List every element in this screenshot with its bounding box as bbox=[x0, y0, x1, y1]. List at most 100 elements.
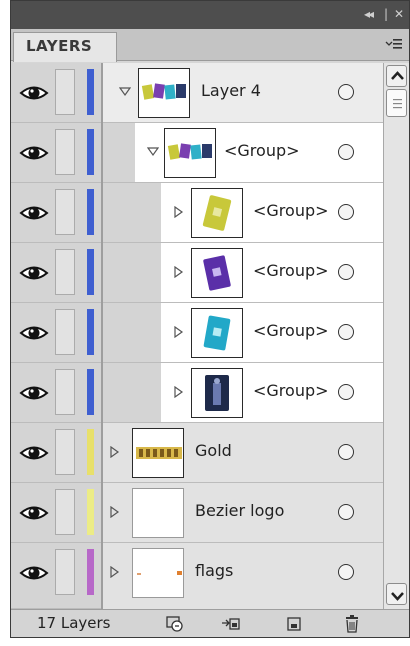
collapse-panel-button[interactable]: ◂◂ bbox=[364, 6, 374, 22]
layer-thumbnail bbox=[138, 68, 190, 118]
layer-color-swatch bbox=[87, 189, 94, 235]
visibility-eye-icon[interactable] bbox=[19, 81, 49, 105]
collapsed-triangle-icon[interactable] bbox=[109, 506, 121, 518]
target-circle-icon[interactable] bbox=[338, 564, 354, 580]
gold-text-icon bbox=[136, 447, 182, 459]
layer-name[interactable]: flags bbox=[195, 561, 233, 580]
cyan-card-icon bbox=[203, 315, 231, 351]
layer-color-swatch bbox=[87, 129, 94, 175]
layer-thumbnail bbox=[132, 488, 184, 538]
collapsed-triangle-icon[interactable] bbox=[173, 326, 185, 338]
layer-thumbnail bbox=[191, 188, 243, 238]
target-circle-icon[interactable] bbox=[338, 84, 354, 100]
target-circle-icon[interactable] bbox=[338, 264, 354, 280]
visibility-eye-icon[interactable] bbox=[19, 441, 49, 465]
lock-toggle[interactable] bbox=[55, 129, 75, 175]
lock-toggle[interactable] bbox=[55, 189, 75, 235]
collapsed-triangle-icon[interactable] bbox=[173, 206, 185, 218]
chevron-down-icon bbox=[391, 592, 404, 601]
visibility-eye-icon[interactable] bbox=[19, 201, 49, 225]
lock-toggle[interactable] bbox=[55, 249, 75, 295]
lock-toggle[interactable] bbox=[55, 489, 75, 535]
cards-icon bbox=[167, 143, 212, 160]
delete-layer-icon[interactable] bbox=[341, 614, 363, 634]
collapsed-triangle-icon[interactable] bbox=[109, 566, 121, 578]
target-circle-icon[interactable] bbox=[338, 384, 354, 400]
scroll-up-button[interactable] bbox=[386, 65, 407, 87]
layer-color-swatch bbox=[87, 309, 94, 355]
grip-icon bbox=[393, 99, 402, 109]
layer-row[interactable]: flags bbox=[11, 543, 383, 609]
layer-color-swatch bbox=[87, 249, 94, 295]
layer-count: 17 Layers bbox=[37, 614, 111, 632]
expand-triangle-icon[interactable] bbox=[119, 86, 131, 98]
lock-toggle[interactable] bbox=[55, 429, 75, 475]
layer-row[interactable]: <Group> bbox=[11, 303, 383, 363]
layers-panel: ◂◂ | ✕ LAYERS Layer 4 <Group> <Group> <G… bbox=[10, 0, 410, 638]
layer-thumbnail bbox=[191, 308, 243, 358]
visibility-eye-icon[interactable] bbox=[19, 261, 49, 285]
collapsed-triangle-icon[interactable] bbox=[173, 386, 185, 398]
layer-row[interactable]: <Group> bbox=[11, 363, 383, 423]
target-circle-icon[interactable] bbox=[338, 504, 354, 520]
panel-menu-icon[interactable] bbox=[385, 36, 403, 52]
panel-tab-row: LAYERS bbox=[11, 29, 409, 62]
scroll-thumb[interactable] bbox=[386, 89, 407, 117]
tab-layers[interactable]: LAYERS bbox=[13, 32, 117, 62]
layer-name[interactable]: <Group> bbox=[253, 381, 329, 400]
layers-list: Layer 4 <Group> <Group> <Group> <Group> … bbox=[11, 63, 383, 609]
layer-row[interactable]: Gold bbox=[11, 423, 383, 483]
visibility-eye-icon[interactable] bbox=[19, 141, 49, 165]
column-divider bbox=[101, 303, 103, 363]
layer-color-swatch bbox=[87, 69, 94, 115]
layer-color-swatch bbox=[87, 489, 94, 535]
layer-name[interactable]: <Group> bbox=[253, 201, 329, 220]
lock-toggle[interactable] bbox=[55, 369, 75, 415]
layer-row[interactable]: Bezier logo bbox=[11, 483, 383, 543]
cards-icon bbox=[141, 83, 186, 100]
column-divider bbox=[101, 363, 103, 423]
layer-thumbnail bbox=[164, 128, 216, 178]
layer-row[interactable]: <Group> bbox=[11, 123, 383, 183]
visibility-eye-icon[interactable] bbox=[19, 561, 49, 585]
layer-name[interactable]: <Group> bbox=[224, 141, 300, 160]
target-circle-icon[interactable] bbox=[338, 204, 354, 220]
dark-card-icon bbox=[205, 375, 229, 411]
column-divider bbox=[101, 183, 103, 243]
layer-thumbnail bbox=[191, 248, 243, 298]
collapsed-triangle-icon[interactable] bbox=[109, 446, 121, 458]
column-divider bbox=[101, 123, 103, 183]
panel-title-bar: ◂◂ | ✕ bbox=[11, 1, 409, 29]
layer-name[interactable]: Layer 4 bbox=[201, 81, 261, 100]
scroll-down-button[interactable] bbox=[386, 583, 407, 605]
layer-name[interactable]: <Group> bbox=[253, 321, 329, 340]
locate-object-icon[interactable] bbox=[164, 614, 186, 634]
layer-row[interactable]: <Group> bbox=[11, 183, 383, 243]
layer-color-swatch bbox=[87, 549, 94, 595]
chevron-up-icon bbox=[391, 71, 404, 80]
layer-name[interactable]: Bezier logo bbox=[195, 501, 284, 520]
expand-triangle-icon[interactable] bbox=[147, 146, 159, 158]
layer-row[interactable]: <Group> bbox=[11, 243, 383, 303]
layer-name[interactable]: Gold bbox=[195, 441, 232, 460]
title-bar-divider: | bbox=[384, 7, 389, 21]
make-clipping-mask-icon[interactable] bbox=[220, 614, 242, 634]
layers-scrollbar[interactable] bbox=[383, 63, 409, 609]
lock-toggle[interactable] bbox=[55, 69, 75, 115]
visibility-eye-icon[interactable] bbox=[19, 321, 49, 345]
new-sublayer-icon[interactable] bbox=[283, 614, 305, 634]
tab-layers-label: LAYERS bbox=[26, 37, 93, 55]
visibility-eye-icon[interactable] bbox=[19, 501, 49, 525]
target-circle-icon[interactable] bbox=[338, 444, 354, 460]
visibility-eye-icon[interactable] bbox=[19, 381, 49, 405]
lock-toggle[interactable] bbox=[55, 549, 75, 595]
close-panel-button[interactable]: ✕ bbox=[394, 6, 404, 22]
lock-toggle[interactable] bbox=[55, 309, 75, 355]
target-circle-icon[interactable] bbox=[338, 144, 354, 160]
layer-name[interactable]: <Group> bbox=[253, 261, 329, 280]
collapsed-triangle-icon[interactable] bbox=[173, 266, 185, 278]
layer-row[interactable]: Layer 4 bbox=[11, 63, 383, 123]
layer-thumbnail bbox=[132, 548, 184, 598]
target-circle-icon[interactable] bbox=[338, 324, 354, 340]
layer-color-swatch bbox=[87, 369, 94, 415]
